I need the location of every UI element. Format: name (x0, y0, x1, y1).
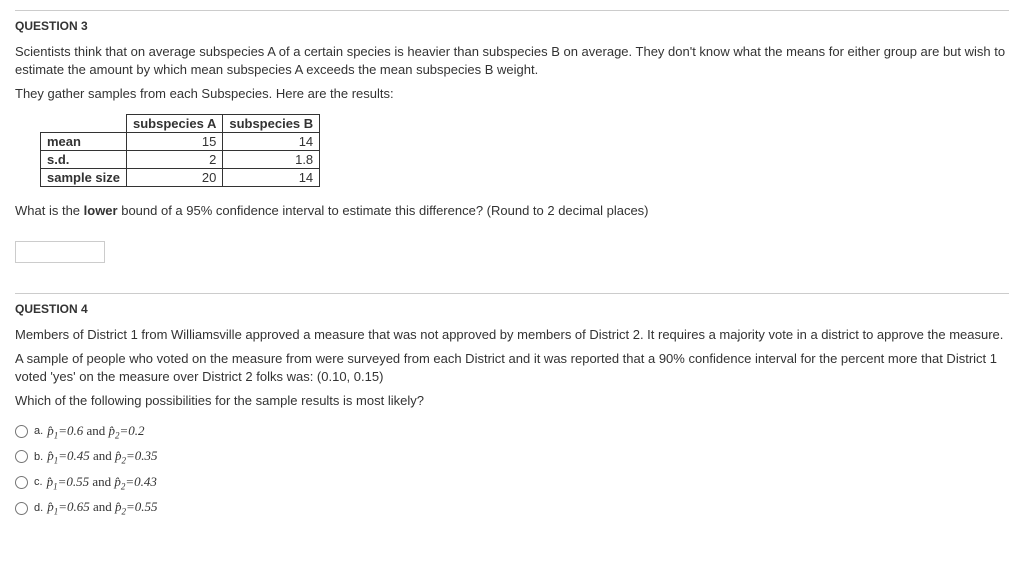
table-header-row: subspecies A subspecies B (41, 114, 320, 132)
option-c[interactable]: c. p̂1=0.55 and p̂2=0.43 (15, 470, 1009, 496)
prompt-after: bound of a 95% confidence interval to es… (118, 203, 649, 218)
question-3-title: QUESTION 3 (15, 19, 1009, 33)
answer-input[interactable] (15, 241, 105, 263)
option-a-label: a. (34, 425, 43, 437)
data-table: subspecies A subspecies B mean 15 14 s.d… (40, 114, 320, 187)
radio-b[interactable] (15, 450, 28, 463)
table-row: sample size 20 14 (41, 168, 320, 186)
question-4: QUESTION 4 Members of District 1 from Wi… (15, 293, 1009, 521)
cell-size-b: 14 (223, 168, 320, 186)
prompt-before: What is the (15, 203, 84, 218)
option-b[interactable]: b. p̂1=0.45 and p̂2=0.35 (15, 444, 1009, 470)
table-row: s.d. 2 1.8 (41, 150, 320, 168)
row-label-sd: s.d. (41, 150, 127, 168)
option-a-text: p̂1=0.6 and p̂2=0.2 (47, 423, 144, 441)
col-header-a: subspecies A (127, 114, 223, 132)
row-label-size: sample size (41, 168, 127, 186)
question-3-intro-1: Scientists think that on average subspec… (15, 43, 1009, 79)
question-3-prompt: What is the lower bound of a 95% confide… (15, 202, 1009, 220)
question-3-intro-2: They gather samples from each Subspecies… (15, 85, 1009, 103)
cell-mean-a: 15 (127, 132, 223, 150)
cell-sd-b: 1.8 (223, 150, 320, 168)
cell-size-a: 20 (127, 168, 223, 186)
cell-mean-b: 14 (223, 132, 320, 150)
question-4-intro-2: A sample of people who voted on the meas… (15, 350, 1009, 386)
option-b-text: p̂1=0.45 and p̂2=0.35 (47, 448, 157, 466)
table-row: mean 15 14 (41, 132, 320, 150)
options-group: a. p̂1=0.6 and p̂2=0.2 b. p̂1=0.45 and p… (15, 419, 1009, 521)
question-4-intro-3: Which of the following possibilities for… (15, 392, 1009, 410)
prompt-bold: lower (84, 203, 118, 218)
option-c-text: p̂1=0.55 and p̂2=0.43 (47, 474, 157, 492)
option-a[interactable]: a. p̂1=0.6 and p̂2=0.2 (15, 419, 1009, 445)
radio-c[interactable] (15, 476, 28, 489)
question-4-intro-1: Members of District 1 from Williamsville… (15, 326, 1009, 344)
option-d-text: p̂1=0.65 and p̂2=0.55 (47, 499, 157, 517)
cell-sd-a: 2 (127, 150, 223, 168)
option-d-label: d. (34, 502, 43, 514)
option-d[interactable]: d. p̂1=0.65 and p̂2=0.55 (15, 495, 1009, 521)
option-b-label: b. (34, 451, 43, 463)
row-label-mean: mean (41, 132, 127, 150)
question-3: QUESTION 3 Scientists think that on aver… (15, 10, 1009, 263)
radio-a[interactable] (15, 425, 28, 438)
radio-d[interactable] (15, 502, 28, 515)
option-c-label: c. (34, 476, 43, 488)
col-header-b: subspecies B (223, 114, 320, 132)
empty-cell (41, 114, 127, 132)
question-4-title: QUESTION 4 (15, 302, 1009, 316)
